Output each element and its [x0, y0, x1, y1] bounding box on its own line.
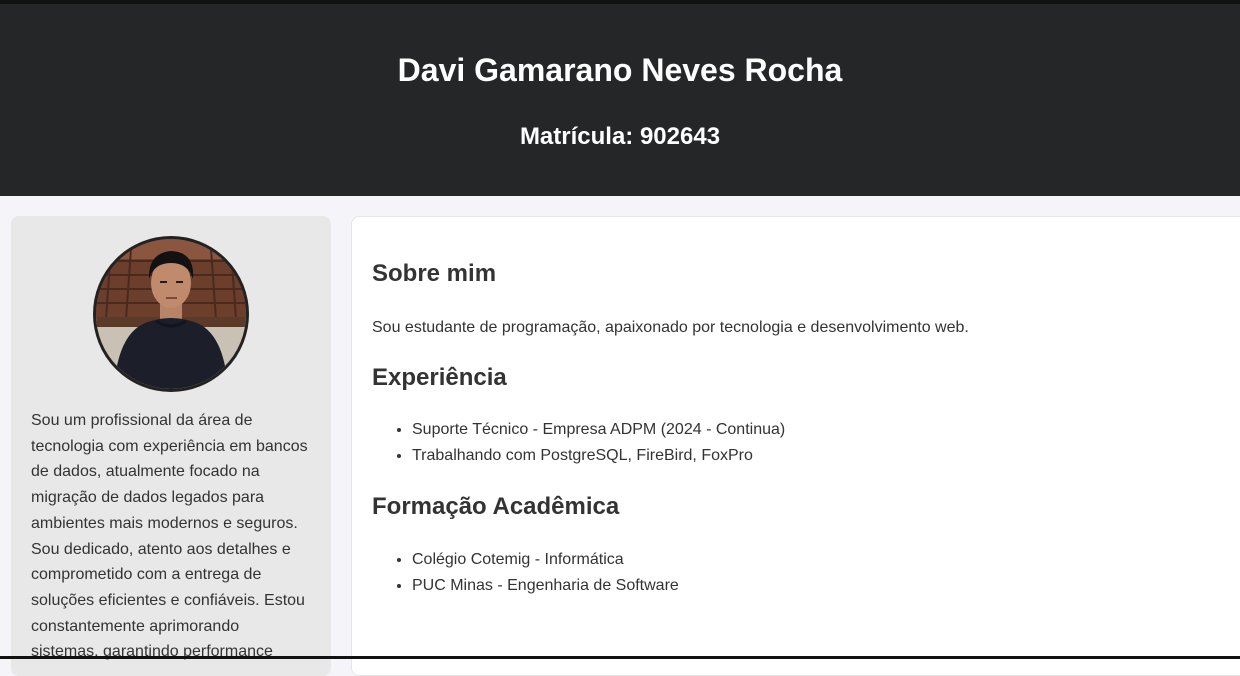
education-list: Colégio Cotemig - Informática PUC Minas …	[372, 547, 679, 598]
profile-sidebar: Sou um profissional da área de tecnologi…	[11, 216, 331, 676]
about-text: Sou estudante de programação, apaixonado…	[372, 319, 969, 336]
section-title-about: Sobre mim	[372, 260, 497, 287]
section-title-experience: Experiência	[372, 364, 507, 391]
bio-text: Sou um profissional da área de tecnologi…	[31, 412, 308, 661]
content-card: Sobre mim Sou estudante de programação, …	[351, 216, 1240, 676]
list-item: PUC Minas - Engenharia de Software	[412, 573, 679, 599]
page-header: Davi Gamarano Neves Rocha Matrícula: 902…	[0, 4, 1240, 196]
avatar	[93, 236, 249, 392]
experience-list: Suporte Técnico - Empresa ADPM (2024 - C…	[372, 417, 785, 468]
profile-name: Davi Gamarano Neves Rocha	[397, 52, 843, 88]
list-item: Colégio Cotemig - Informática	[412, 547, 679, 573]
list-item: Trabalhando com PostgreSQL, FireBird, Fo…	[412, 443, 785, 469]
registration-number: Matrícula: 902643	[519, 123, 721, 150]
profile-photo-icon	[96, 239, 246, 389]
list-item: Suporte Técnico - Empresa ADPM (2024 - C…	[412, 417, 785, 443]
section-title-education: Formação Acadêmica	[372, 493, 620, 520]
